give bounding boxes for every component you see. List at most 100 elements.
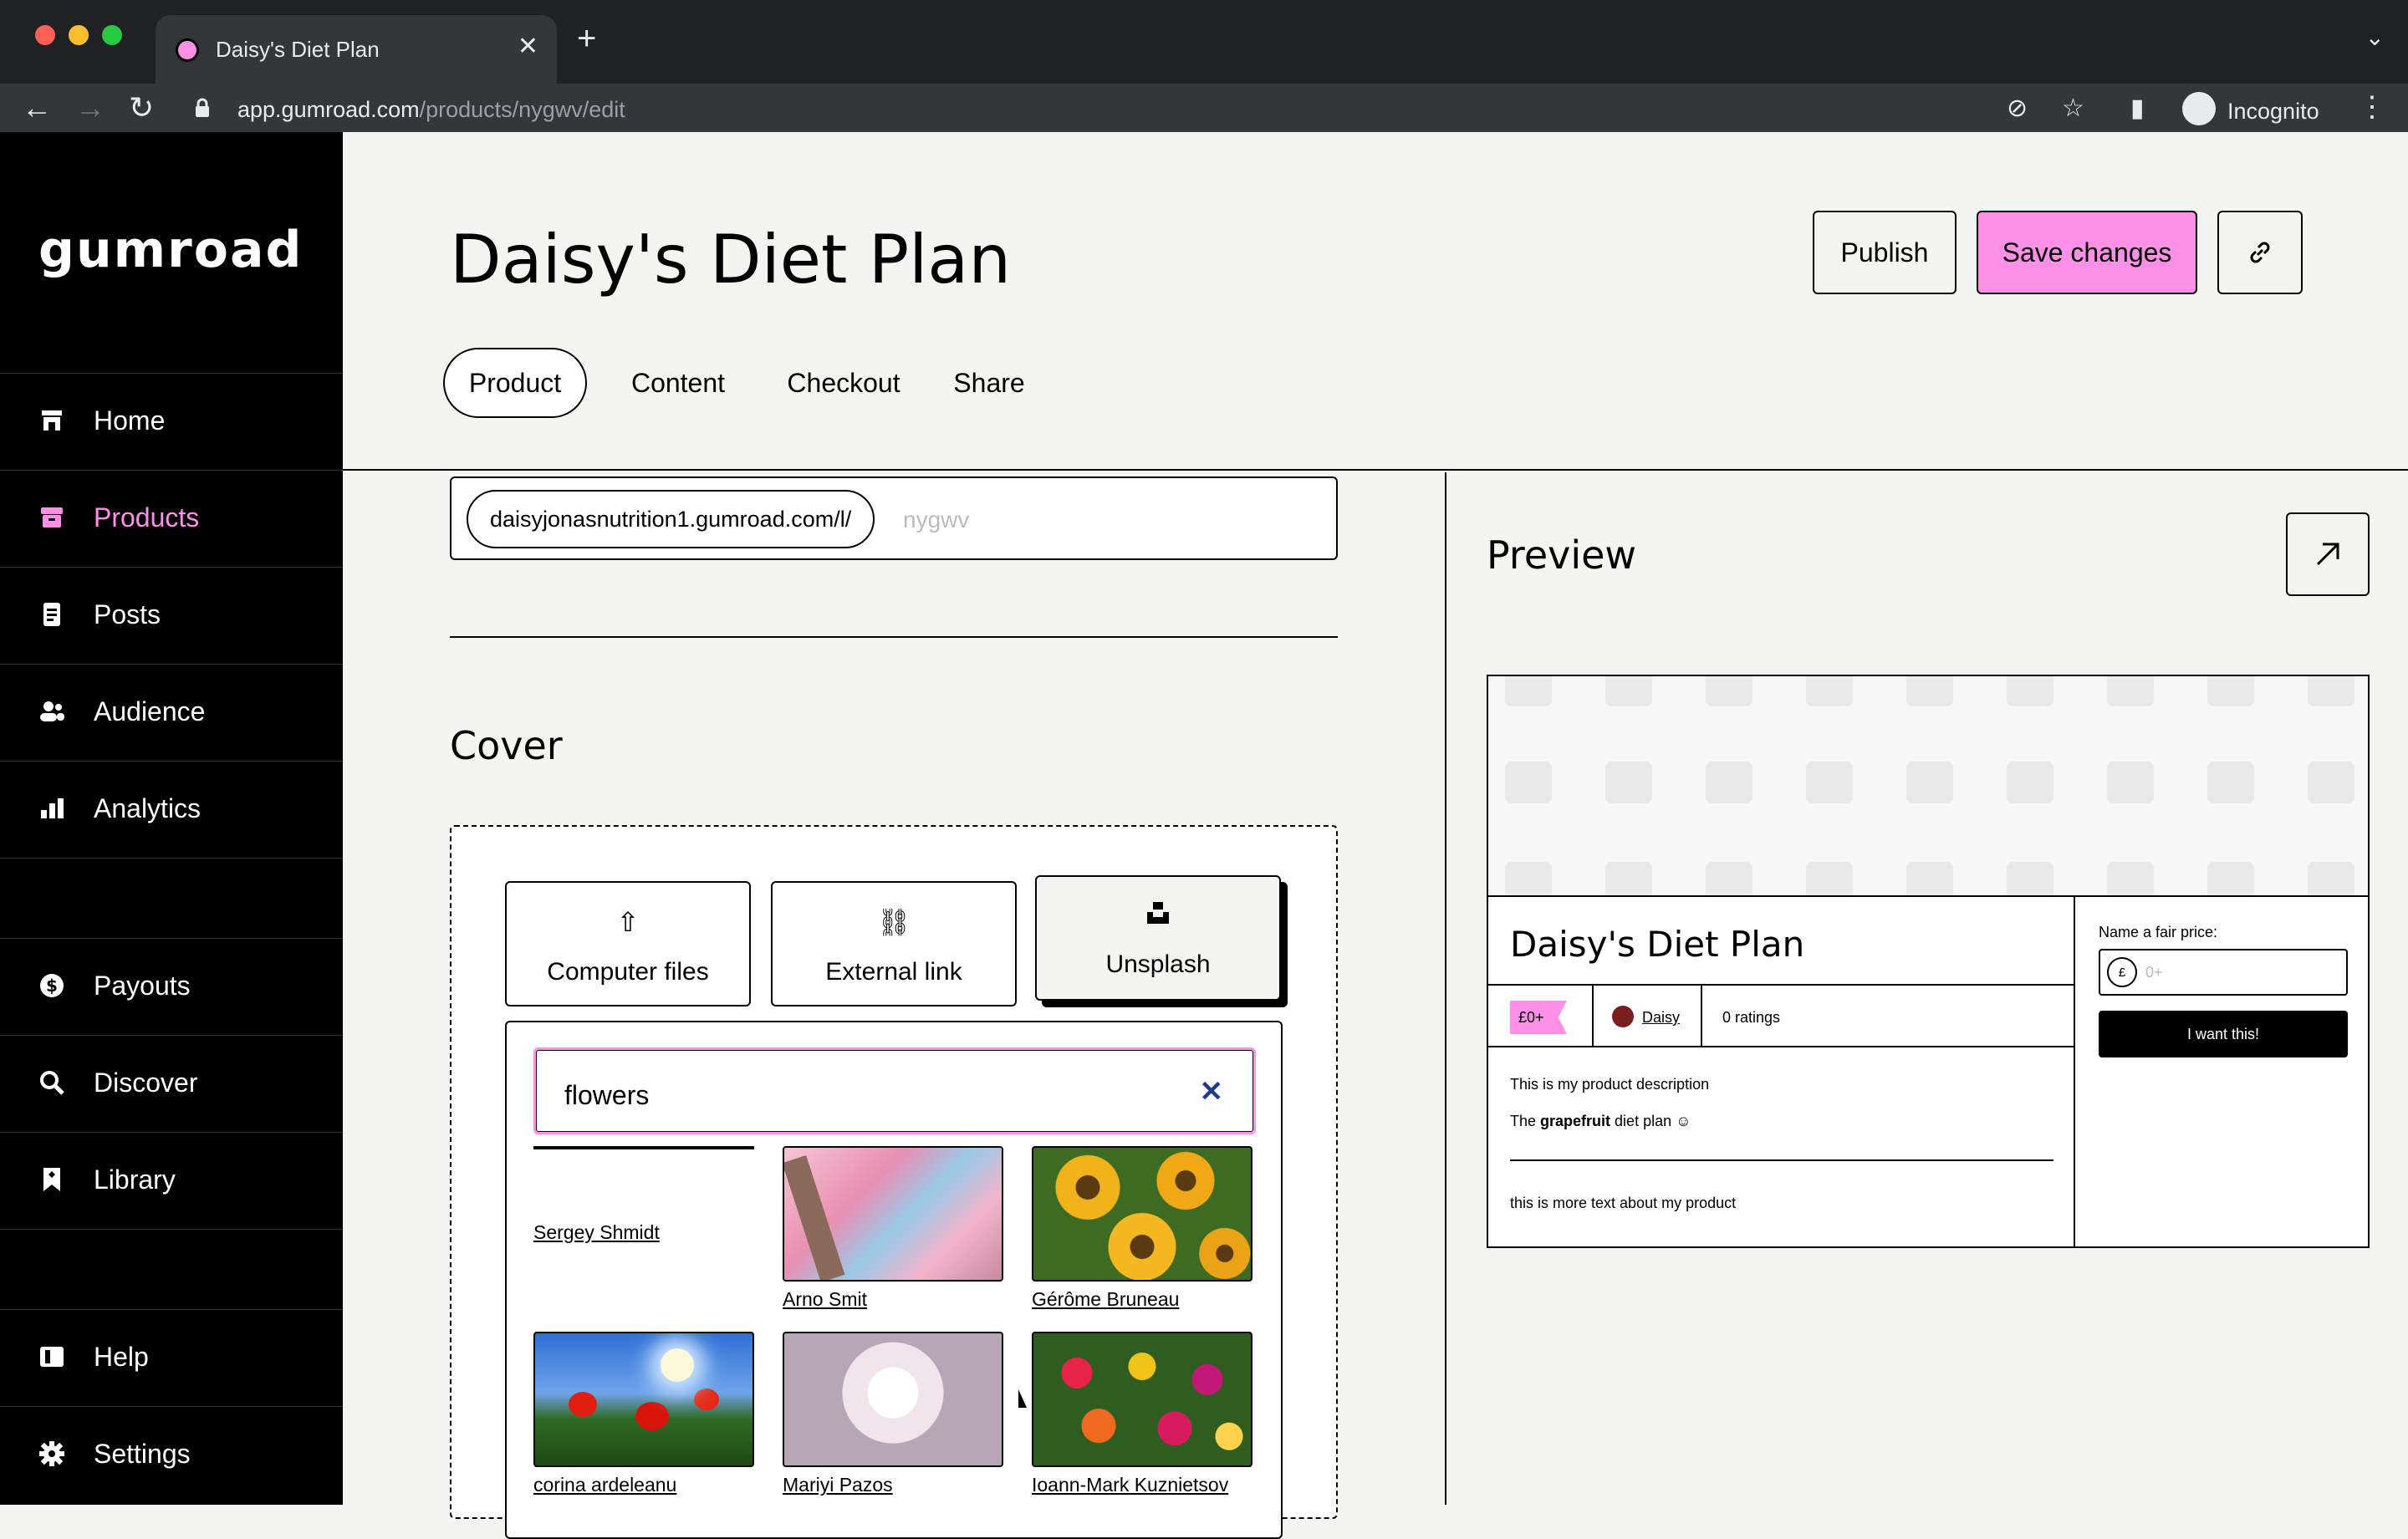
close-window-button[interactable] (35, 25, 55, 45)
unsplash-button[interactable]: Unsplash (1035, 875, 1281, 1001)
url-path: /products/nygwv/edit (419, 97, 625, 122)
address-bar[interactable]: app.gumroad.com/products/nygwv/edit (182, 87, 2147, 130)
photo-credit-link[interactable]: Mariyi Pazos (783, 1474, 893, 1496)
people-icon (40, 701, 64, 721)
browser-menu-icon[interactable]: ⋮ (2358, 90, 2386, 124)
browser-toolbar: ← → ↻ app.gumroad.com/products/nygwv/edi… (0, 84, 2408, 132)
unsplash-icon (1147, 902, 1169, 924)
ratings-count: 0 ratings (1722, 1009, 1781, 1026)
i-want-this-button[interactable]: I want this! (2099, 1011, 2348, 1057)
clear-search-icon[interactable]: ✕ (1200, 1075, 1224, 1108)
photo-thumbnail[interactable] (783, 1332, 1003, 1467)
tab-search-chevron-icon[interactable]: ⌄ (2365, 23, 2385, 51)
price-label: Name a fair price: (2099, 924, 2218, 940)
photo-credit-link[interactable]: Sergey Shmidt (533, 1221, 660, 1244)
permalink-input[interactable]: nygwv (903, 507, 969, 533)
minimize-window-button[interactable] (69, 25, 89, 45)
sidebar-item-label: Library (94, 1164, 176, 1195)
sidebar-item-label: Help (94, 1342, 149, 1372)
sidebar-item-products[interactable]: Products (0, 470, 343, 567)
back-icon[interactable]: ← (22, 90, 52, 125)
link-icon: ⛓ (876, 907, 911, 937)
photo-credit-link[interactable]: corina ardeleanu (533, 1474, 676, 1496)
sidebar: gumroad Home Products Posts Audience Ana… (0, 132, 343, 1505)
eye-off-icon[interactable]: ⊘ (2007, 94, 2028, 123)
bookmark-star-icon[interactable]: ☆ (2062, 94, 2084, 123)
sidebar-spacer (0, 1229, 343, 1309)
description-text: The (1510, 1113, 1541, 1129)
maximize-window-button[interactable] (102, 25, 122, 45)
side-panel-icon[interactable]: ▮ (2130, 94, 2145, 123)
description-line: The grapefruit diet plan ☺ (1510, 1113, 1691, 1130)
copy-link-button[interactable] (2217, 211, 2303, 294)
new-tab-icon[interactable]: + (577, 20, 596, 58)
currency-badge: £ (2107, 957, 2137, 987)
preview-heading: Preview (1487, 533, 1637, 578)
url-prefix: daisyjonasnutrition1.gumroad.com/l/ (467, 490, 875, 548)
photo-thumbnail[interactable] (1032, 1332, 1252, 1467)
browser-tab[interactable]: Daisy's Diet Plan ✕ (156, 15, 557, 84)
tab-checkout[interactable]: Checkout (773, 348, 915, 418)
sidebar-item-help[interactable]: Help (0, 1309, 343, 1406)
photo-credit-link[interactable]: Gérôme Bruneau (1032, 1288, 1179, 1311)
sidebar-item-home[interactable]: Home (0, 373, 343, 470)
sidebar-item-audience[interactable]: Audience (0, 664, 343, 761)
lock-icon (196, 98, 209, 117)
gumroad-logo[interactable]: gumroad (38, 221, 303, 279)
tab-share[interactable]: Share (935, 348, 1043, 418)
store-icon (42, 410, 62, 431)
unsplash-picker: flowers ✕ Sergey Shmidt Arno Smit Gérôme… (505, 1021, 1283, 1539)
divider (1592, 986, 1594, 1046)
description-line: This is my product description (1510, 1076, 1710, 1093)
incognito-icon (2182, 92, 2216, 125)
tab-content[interactable]: Content (607, 348, 749, 418)
photo-credit-link[interactable]: Arno Smit (783, 1288, 867, 1311)
photo-thumbnail[interactable] (1032, 1146, 1252, 1282)
photo-sun (661, 1348, 694, 1382)
cover-dropzone[interactable]: ⇧ Computer files ⛓ External link Unsplas… (450, 825, 1338, 1539)
sidebar-item-label: Payouts (94, 971, 191, 1001)
tab-title: Daisy's Diet Plan (216, 37, 380, 62)
computer-files-button[interactable]: ⇧ Computer files (505, 881, 751, 1006)
sidebar-item-discover[interactable]: Discover (0, 1035, 343, 1132)
divider (1701, 986, 1702, 1046)
tab-product[interactable]: Product (443, 348, 587, 418)
gumroad-favicon-icon (176, 38, 199, 62)
sidebar-item-posts[interactable]: Posts (0, 567, 343, 664)
svg-text:$: $ (46, 976, 58, 996)
search-value: flowers (564, 1080, 650, 1110)
sidebar-item-label: Home (94, 405, 166, 436)
description-line: this is more text about my product (1510, 1195, 1737, 1211)
sidebar-item-library[interactable]: Library (0, 1132, 343, 1229)
forward-icon[interactable]: → (75, 90, 105, 125)
sidebar-item-analytics[interactable]: Analytics (0, 761, 343, 858)
photo-thumbnail[interactable] (783, 1146, 1003, 1282)
tab-close-icon[interactable]: ✕ (518, 32, 538, 61)
profile-label: Incognito (2227, 99, 2319, 124)
creator-avatar (1612, 1006, 1634, 1027)
reload-icon[interactable]: ↻ (129, 90, 154, 125)
computer-files-label: Computer files (547, 958, 709, 986)
open-preview-button[interactable] (2286, 512, 2370, 596)
sidebar-item-payouts[interactable]: $ Payouts (0, 938, 343, 1035)
creator-link[interactable]: Daisy (1642, 1009, 1680, 1027)
divider (1510, 1159, 2053, 1161)
price-input[interactable]: £ 0+ (2099, 949, 2348, 996)
book-icon (40, 1347, 64, 1367)
price-placeholder: 0+ (2145, 964, 2163, 981)
permalink-field[interactable]: daisyjonasnutrition1.gumroad.com/l/ nygw… (450, 476, 1338, 560)
publish-button[interactable]: Publish (1813, 211, 1956, 294)
photo-thumbnail[interactable] (533, 1332, 754, 1467)
save-changes-button[interactable]: Save changes (1977, 211, 2197, 294)
unsplash-search-input[interactable]: flowers ✕ (533, 1047, 1256, 1134)
photo-credit-link[interactable]: Ioann-Mark Kuznietsov (1032, 1474, 1228, 1496)
unsplash-label: Unsplash (1105, 950, 1211, 978)
dollar-icon: $ (40, 974, 64, 997)
sidebar-item-settings[interactable]: Settings (0, 1406, 343, 1503)
sidebar-item-label: Settings (94, 1439, 191, 1469)
external-link-button[interactable]: ⛓ External link (771, 881, 1017, 1006)
link-icon (2250, 242, 2270, 263)
document-icon (43, 603, 60, 626)
photo-poppy (569, 1392, 597, 1417)
price-tag: £0+ (1510, 1001, 1567, 1034)
